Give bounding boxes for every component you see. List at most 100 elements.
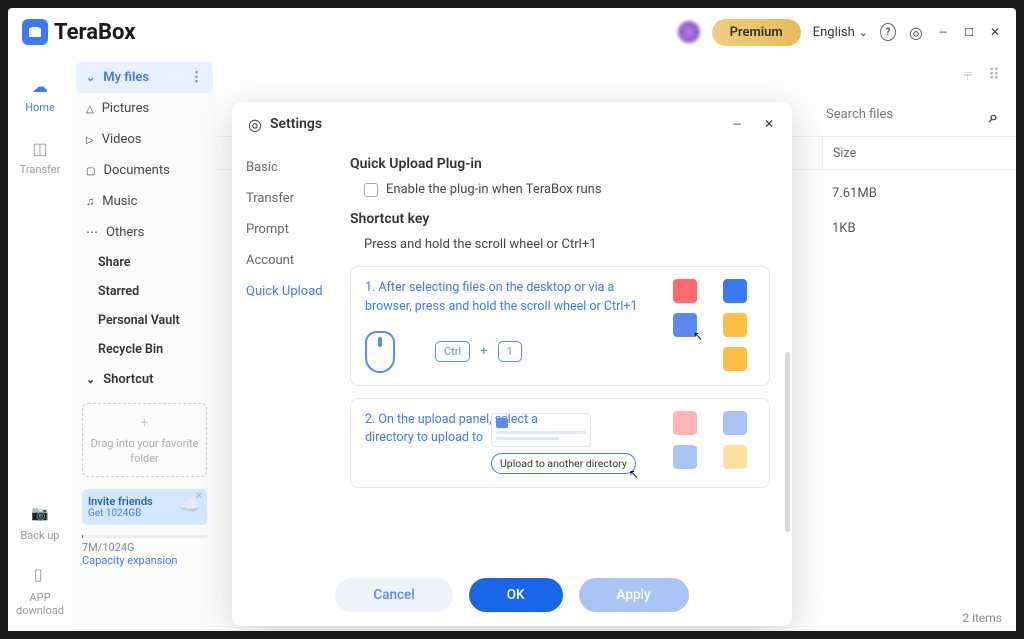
folder-icon <box>723 313 747 337</box>
sidebar-item-recycle-bin[interactable]: Recycle Bin <box>76 335 213 364</box>
sidebar-item-pictures[interactable]: Pictures <box>76 93 213 124</box>
app-logo[interactable]: TeraBox <box>22 19 135 45</box>
one-key-badge: 1 <box>498 341 522 362</box>
chevron-down-icon <box>86 372 95 387</box>
sidebar-label: Others <box>106 225 144 240</box>
column-size[interactable]: Size <box>822 137 1002 169</box>
search-box[interactable] <box>822 103 1002 127</box>
sidebar-label: Music <box>102 194 137 209</box>
filter-icon[interactable] <box>960 67 976 83</box>
video-icon <box>86 132 94 147</box>
sidebar-item-my-files[interactable]: My files ⋮ <box>76 62 213 93</box>
rail-home[interactable]: Home <box>25 74 55 114</box>
chevron-down-icon <box>859 25 868 40</box>
settings-nav-quick-upload[interactable]: Quick Upload <box>232 276 340 307</box>
step-1-text: 1. After selecting files on the desktop … <box>365 279 645 317</box>
modal-close-button[interactable] <box>762 117 776 131</box>
app-name: TeraBox <box>54 20 135 45</box>
phone-icon <box>28 564 52 588</box>
language-label: English <box>813 25 855 40</box>
others-icon <box>86 225 98 240</box>
search-icon[interactable] <box>989 107 998 127</box>
document-icon <box>86 163 95 178</box>
language-select[interactable]: English <box>813 25 868 40</box>
window-close-button[interactable] <box>988 25 1002 39</box>
music-icon <box>86 194 94 209</box>
modal-title: Settings <box>270 116 322 132</box>
ctrl-key-badge: Ctrl <box>435 341 470 362</box>
item-count: 2 items <box>962 611 1002 625</box>
titlebar: TeraBox Premium English <box>8 8 1016 56</box>
settings-nav-basic[interactable]: Basic <box>232 152 340 183</box>
word-file-icon <box>673 445 697 469</box>
plus-icon: + <box>89 414 200 434</box>
sidebar-label: My files <box>103 70 149 85</box>
premium-button[interactable]: Premium <box>712 19 801 46</box>
file-icon-grid <box>673 411 755 469</box>
folder-icon <box>723 347 747 371</box>
file-size: 1KB <box>822 221 1002 236</box>
terabox-file-icon <box>723 411 747 435</box>
grid-view-icon[interactable] <box>986 67 1002 83</box>
sidebar-item-videos[interactable]: Videos <box>76 124 213 155</box>
scrollbar[interactable] <box>785 352 790 532</box>
apply-button[interactable]: Apply <box>579 578 689 612</box>
sidebar-label: Pictures <box>102 101 149 116</box>
camera-icon <box>28 502 52 526</box>
cloud-icon <box>28 74 52 98</box>
rail-transfer[interactable]: Transfer <box>20 136 61 176</box>
storage-meter: 7M/1024G Capacity expansion <box>82 535 207 567</box>
enable-plugin-checkbox[interactable] <box>364 183 378 197</box>
settings-icon <box>248 115 262 134</box>
folder-icon <box>723 445 747 469</box>
checkbox-label: Enable the plug-in when TeraBox runs <box>386 182 602 197</box>
sidebar-label: Shortcut <box>103 372 153 387</box>
ok-button[interactable]: OK <box>469 578 563 612</box>
sidebar-item-others[interactable]: Others <box>76 217 213 248</box>
settings-nav-transfer[interactable]: Transfer <box>232 183 340 214</box>
rail-label: Back up <box>20 529 59 542</box>
cloud-illustration-icon: ☁️ <box>179 495 201 516</box>
settings-icon[interactable] <box>908 24 924 40</box>
sidebar-item-shortcut[interactable]: Shortcut <box>76 364 213 395</box>
chevron-down-icon <box>86 70 95 85</box>
settings-content: Quick Upload Plug-in Enable the plug-in … <box>340 146 792 562</box>
window-minimize-button[interactable] <box>936 25 950 39</box>
search-input[interactable] <box>822 103 1002 127</box>
modal-minimize-button[interactable] <box>730 117 744 131</box>
sidebar-item-personal-vault[interactable]: Personal Vault <box>76 306 213 335</box>
cancel-button[interactable]: Cancel <box>335 578 452 612</box>
shortcut-description: Press and hold the scroll wheel or Ctrl+… <box>364 237 770 252</box>
cursor-icon: ↖ <box>629 467 639 481</box>
file-icon-grid: ↖ <box>673 279 755 371</box>
plus-label: + <box>480 344 487 359</box>
more-icon[interactable]: ⋮ <box>190 70 203 85</box>
sidebar-item-documents[interactable]: Documents <box>76 155 213 186</box>
rail-label: APP download <box>8 591 72 617</box>
rail-label: Home <box>25 101 55 114</box>
terabox-file-icon <box>723 279 747 303</box>
instruction-card-1: 1. After selecting files on the desktop … <box>350 266 770 386</box>
settings-nav-account[interactable]: Account <box>232 245 340 276</box>
rail-backup[interactable]: Back up <box>20 502 59 542</box>
sidebar-item-starred[interactable]: Starred <box>76 277 213 306</box>
help-icon[interactable] <box>880 24 896 40</box>
pdf-file-icon <box>673 411 697 435</box>
enable-plugin-row[interactable]: Enable the plug-in when TeraBox runs <box>364 182 770 197</box>
mouse-icon <box>365 331 395 373</box>
file-size: 7.61MB <box>822 186 1002 201</box>
rail-app-download[interactable]: APP download <box>8 564 72 617</box>
section-heading: Shortcut key <box>350 211 770 227</box>
sidebar-item-share[interactable]: Share <box>76 248 213 277</box>
capacity-expansion-link[interactable]: Capacity expansion <box>82 554 207 567</box>
box-icon <box>28 136 52 160</box>
settings-nav-prompt[interactable]: Prompt <box>232 214 340 245</box>
upload-panel-illustration <box>491 413 591 447</box>
sidebar-item-music[interactable]: Music <box>76 186 213 217</box>
word-file-icon: ↖ <box>673 313 697 337</box>
drag-hint[interactable]: + Drag into your favorite folder <box>82 403 207 477</box>
invite-friends-card[interactable]: ✕ Invite friends Get 1024GB ☁️ <box>82 489 207 525</box>
window-maximize-button[interactable] <box>962 25 976 39</box>
user-avatar[interactable] <box>678 21 700 43</box>
settings-modal: Settings Basic Transfer Prompt Account Q… <box>232 102 792 626</box>
